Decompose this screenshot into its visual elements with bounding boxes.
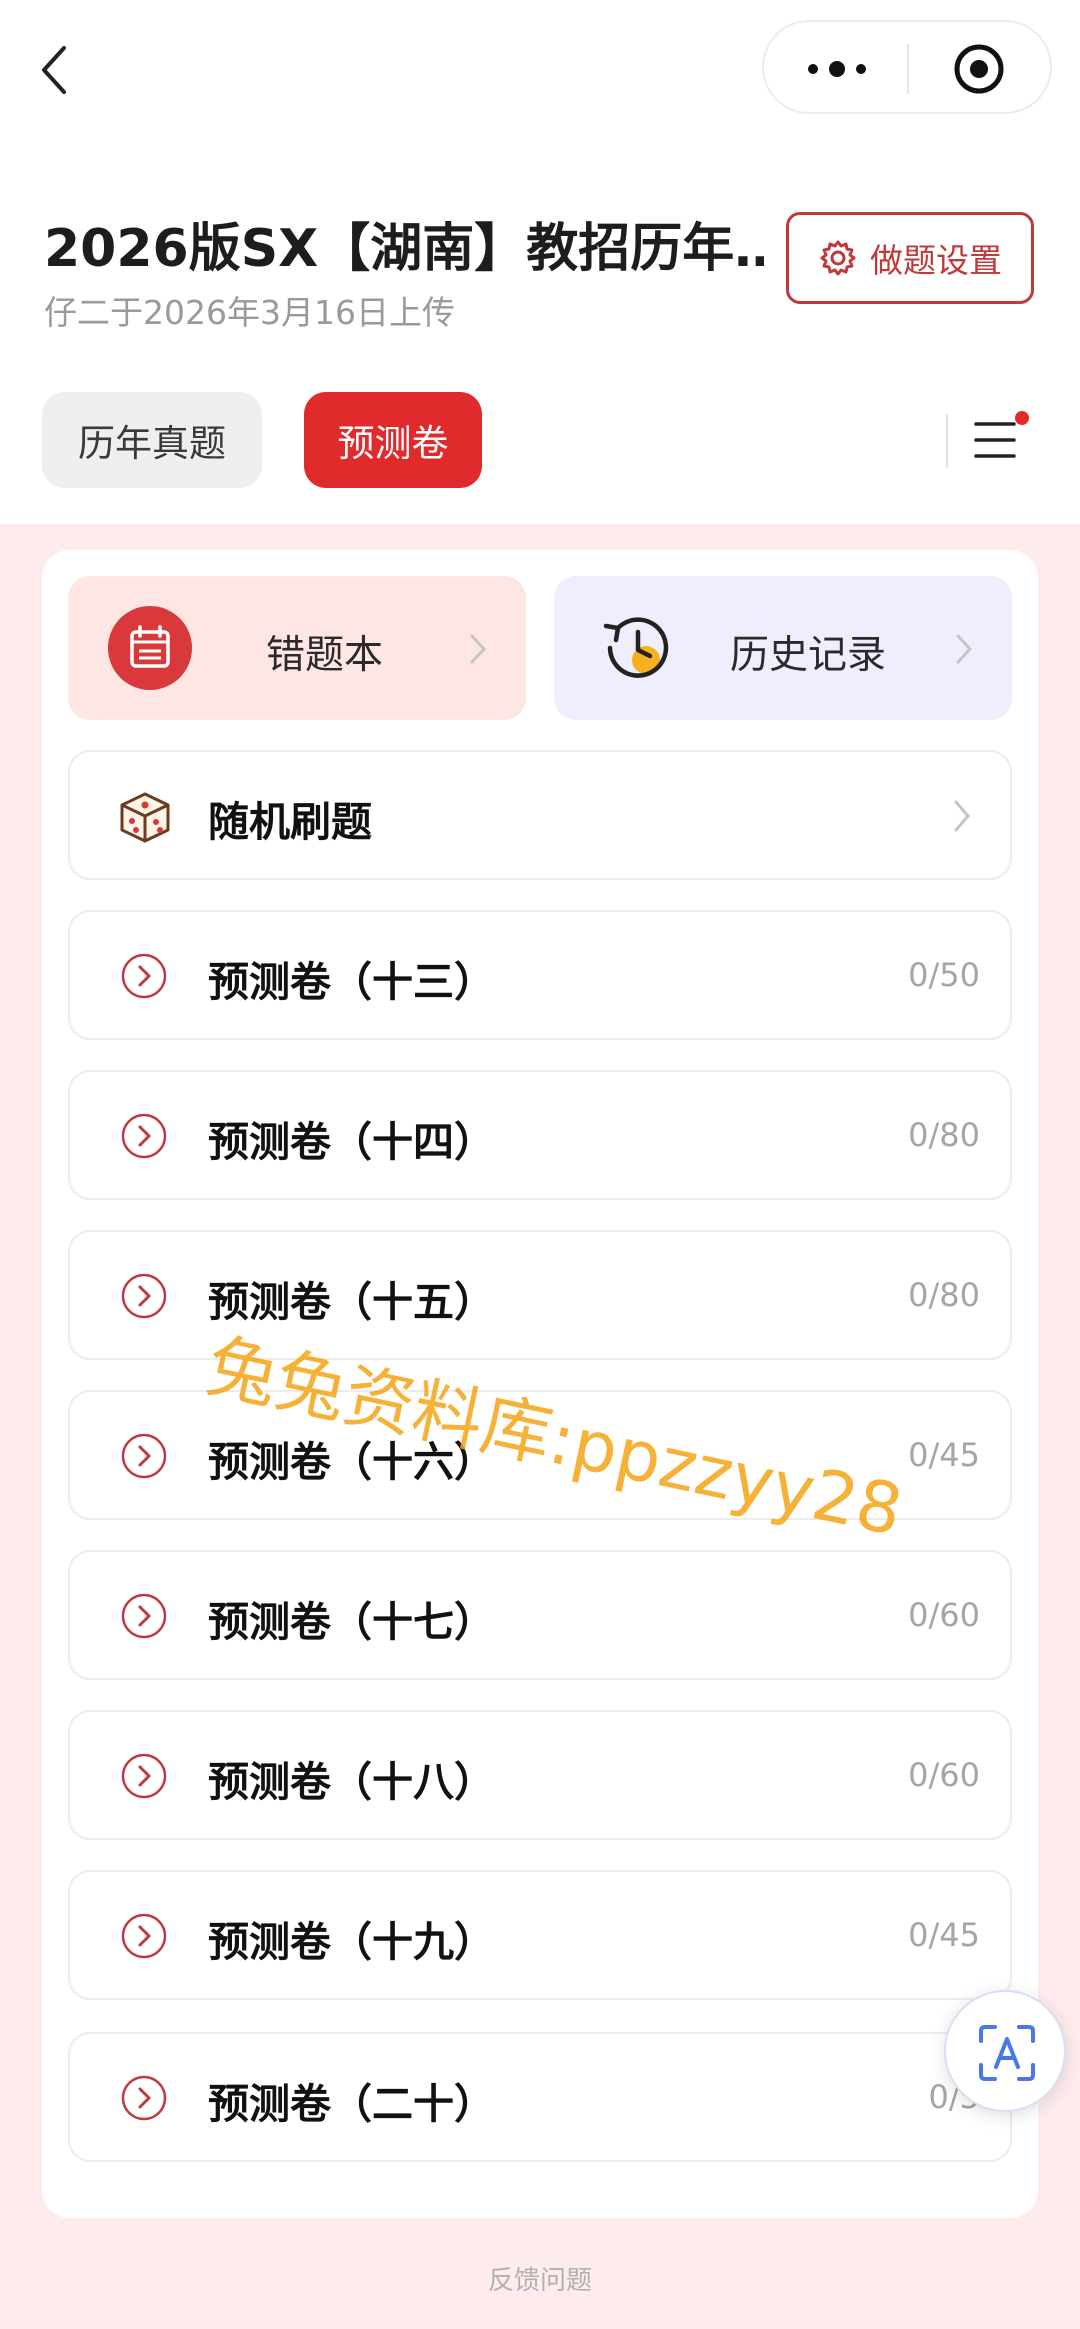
dice-icon [120,792,170,843]
close-mini-program-button[interactable] [952,42,1006,96]
feedback-link[interactable]: 反馈问题 [0,2260,1080,2297]
random-practice-label: 随机刷题 [208,798,372,846]
chevron-circle-icon [121,1113,167,1159]
paper-title: 预测卷（十三） [208,958,495,1006]
paper-row[interactable]: 预测卷（二十） 0/5 [68,2032,1012,2162]
paper-progress: 0/80 [908,1116,980,1154]
paper-title: 预测卷（十八） [208,1758,495,1806]
tab-divider [946,414,948,468]
quiz-settings-button[interactable]: 做题设置 [786,212,1034,304]
paper-row[interactable]: 预测卷（十三） 0/50 [68,910,1012,1040]
more-icon [808,61,866,77]
back-icon [42,46,66,94]
chevron-circle-icon [121,1593,167,1639]
tab-past-exams[interactable]: 历年真题 [42,392,262,488]
upload-info: 仔二于2026年3月16日上传 [44,293,455,332]
capsule-divider [907,44,909,94]
history-button[interactable]: 历史记录 [554,576,1012,720]
menu-icon [974,411,1029,458]
wrong-book-label: 错题本 [266,633,384,678]
text-scan-icon [979,2025,1035,2081]
chevron-circle-icon [121,1433,167,1479]
chevron-circle-icon [121,1913,167,1959]
wrong-book-button[interactable]: 错题本 [68,576,526,720]
more-button[interactable] [802,50,872,88]
quiz-settings-label: 做题设置 [870,241,1002,280]
paper-row[interactable]: 预测卷（十五） 0/80 [68,1230,1012,1360]
paper-title: 预测卷（十九） [208,1918,495,1966]
paper-progress: 0/50 [908,956,980,994]
chevron-right-icon [470,634,487,664]
chevron-circle-icon [121,1753,167,1799]
top-nav [0,0,1080,140]
filter-menu-button[interactable] [974,410,1034,470]
tab-prediction-papers[interactable]: 预测卷 [304,392,482,488]
paper-row[interactable]: 预测卷（十四） 0/80 [68,1070,1012,1200]
text-scan-button[interactable] [944,1990,1066,2112]
paper-title: 预测卷（二十） [208,2080,495,2128]
paper-row[interactable]: 预测卷（十八） 0/60 [68,1710,1012,1840]
paper-row[interactable]: 预测卷（十七） 0/60 [68,1550,1012,1680]
chevron-circle-icon [121,2075,167,2121]
chevron-right-icon [954,800,970,832]
chevron-right-icon [956,634,973,664]
target-icon [954,44,1004,94]
paper-progress: 0/80 [908,1276,980,1314]
random-practice-row[interactable]: 随机刷题 [68,750,1012,880]
history-label: 历史记录 [730,633,887,678]
paper-progress: 0/60 [908,1596,980,1634]
page-title: 2026版SX【湖南】教招历年… [44,219,764,279]
clock-history-icon [603,617,669,678]
back-button[interactable] [36,40,76,100]
chevron-circle-icon [121,1273,167,1319]
calendar-icon [108,606,192,690]
paper-title: 预测卷（十四） [208,1118,495,1166]
chevron-circle-icon [121,953,167,999]
mini-program-capsule [762,20,1052,114]
gear-icon [820,240,856,276]
paper-progress: 0/45 [908,1916,980,1954]
paper-title: 预测卷（十七） [208,1598,495,1646]
paper-progress: 0/60 [908,1756,980,1794]
paper-row[interactable]: 预测卷（十九） 0/45 [68,1870,1012,2000]
